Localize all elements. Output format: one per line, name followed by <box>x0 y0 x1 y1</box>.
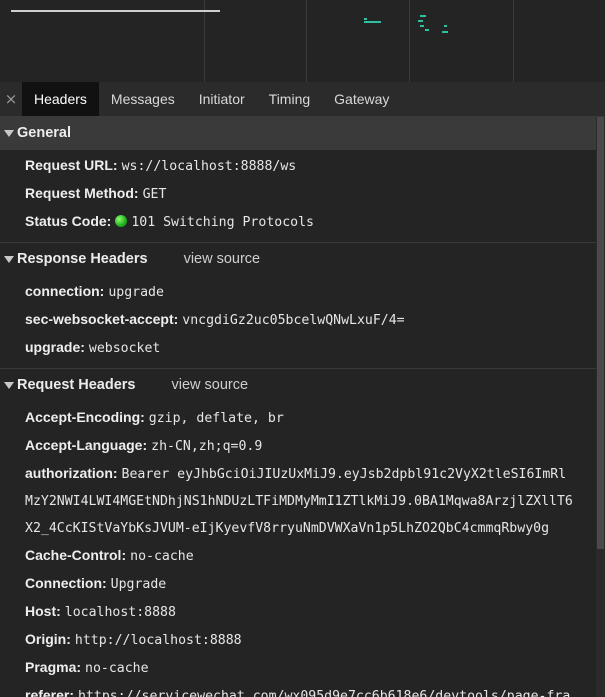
request-header-row: Accept-Encoding: gzip, deflate, br <box>0 404 596 432</box>
header-key: Connection: <box>25 575 107 591</box>
timeline-marker <box>364 18 367 20</box>
timeline-marker <box>420 15 426 17</box>
authorization-line: MzY2NWI4LWI4MGEtNDhjNS1hNDUzLTFiMDMyMmI1… <box>25 494 573 509</box>
response-headers-section: connection: upgrade sec-websocket-accept:… <box>0 276 596 369</box>
timeline-marker <box>420 25 424 27</box>
header-value: GET <box>142 187 167 202</box>
header-key: Origin: <box>25 631 71 647</box>
header-value: localhost:8888 <box>64 605 176 620</box>
timeline-request-bar <box>11 10 220 12</box>
response-header-row: sec-websocket-accept: vncgdiGz2uc05bcelwQ… <box>0 306 596 334</box>
header-value: ws://localhost:8888/ws <box>121 159 297 174</box>
header-value: Upgrade <box>110 577 167 592</box>
status-code-row: Status Code: 101 Switching Protocols <box>0 208 596 236</box>
header-key: connection: <box>25 283 105 299</box>
header-key: sec-websocket-accept: <box>25 311 179 327</box>
header-key: Status Code: <box>25 213 112 229</box>
detail-tab-bar: × Headers Messages Initiator Timing Gate… <box>0 82 605 117</box>
view-source-link[interactable]: view source <box>171 369 248 402</box>
header-key: referer: <box>25 687 75 697</box>
section-general-header[interactable]: General <box>0 117 596 150</box>
header-key: Request Method: <box>25 185 139 201</box>
tab-gateway[interactable]: Gateway <box>322 82 401 116</box>
expand-triangle-icon <box>4 256 14 263</box>
timeline-marker <box>418 20 423 22</box>
timeline-marker <box>364 21 381 23</box>
section-title: Request Headers <box>17 377 136 393</box>
timeline-gridline <box>409 0 410 82</box>
request-header-row: Connection: Upgrade <box>0 570 596 598</box>
view-source-link[interactable]: view source <box>184 243 261 276</box>
timeline-marker <box>442 31 448 33</box>
network-timeline-overview[interactable] <box>0 0 605 82</box>
header-value: https://servicewechat.com/wx095d9e7cc6b6… <box>78 689 571 697</box>
header-value: 101 Switching Protocols <box>131 215 314 230</box>
header-key: Pragma: <box>25 659 82 675</box>
header-key: upgrade: <box>25 339 85 355</box>
request-header-row: Origin: http://localhost:8888 <box>0 626 596 654</box>
request-headers-section: Accept-Encoding: gzip, deflate, br Accept… <box>0 402 596 697</box>
expand-triangle-icon <box>4 130 14 137</box>
response-header-row: connection: upgrade <box>0 278 596 306</box>
header-value: websocket <box>88 341 161 356</box>
tab-headers[interactable]: Headers <box>22 82 99 116</box>
request-header-row: Cache-Control: no-cache <box>0 542 596 570</box>
expand-triangle-icon <box>4 382 14 389</box>
header-value: no-cache <box>85 661 149 676</box>
section-response-headers-header[interactable]: Response Headers view source <box>0 243 596 276</box>
header-value: http://localhost:8888 <box>74 633 242 648</box>
general-section: Request URL: ws://localhost:8888/ws Reque… <box>0 150 596 243</box>
timeline-gridline <box>204 0 205 82</box>
request-method-row: Request Method: GET <box>0 180 596 208</box>
timeline-marker <box>444 25 447 27</box>
tab-timing[interactable]: Timing <box>257 82 323 116</box>
authorization-line: X2_4CcKIStVaYbKsJVUM-eIjKyevfV8rryuNmDVW… <box>25 521 550 536</box>
header-value: no-cache <box>130 549 194 564</box>
request-header-row: Accept-Language: zh-CN,zh;q=0.9 <box>0 432 596 460</box>
status-green-dot-icon <box>115 215 128 227</box>
tab-messages[interactable]: Messages <box>99 82 187 116</box>
timeline-gridline <box>513 0 514 82</box>
section-request-headers-header[interactable]: Request Headers view source <box>0 369 596 402</box>
section-title: General <box>17 125 71 141</box>
vertical-scrollbar[interactable] <box>596 117 605 697</box>
header-key: Host: <box>25 603 61 619</box>
request-header-row: Pragma: no-cache <box>0 654 596 682</box>
header-value: Bearer eyJhbGciOiJIUzUxMiJ9.eyJsb2dpbl91… <box>121 467 567 482</box>
request-header-row: referer: https://servicewechat.com/wx095d… <box>0 682 596 697</box>
header-value: zh-CN,zh;q=0.9 <box>151 439 263 454</box>
header-value: vncgdiGz2uc05bcelwQNwLxuF/4= <box>182 313 405 328</box>
section-title: Response Headers <box>17 251 148 267</box>
header-value: upgrade <box>108 285 164 300</box>
timeline-marker <box>425 29 429 31</box>
authorization-row: authorization: Bearer eyJhbGciOiJIUzUxMiJ… <box>0 460 596 542</box>
scrollbar-thumb[interactable] <box>597 117 604 549</box>
timeline-gridline <box>306 0 307 82</box>
header-key: Accept-Language: <box>25 437 148 453</box>
close-icon[interactable]: × <box>0 90 22 108</box>
tab-initiator[interactable]: Initiator <box>187 82 257 116</box>
header-value: gzip, deflate, br <box>148 411 284 426</box>
header-key: Accept-Encoding: <box>25 409 145 425</box>
header-key: Cache-Control: <box>25 547 127 563</box>
request-header-row: Host: localhost:8888 <box>0 598 596 626</box>
request-url-row: Request URL: ws://localhost:8888/ws <box>0 152 596 180</box>
authorization-line: authorization: Bearer eyJhbGciOiJIUzUxMiJ… <box>0 460 596 488</box>
headers-panel: General Request URL: ws://localhost:8888/… <box>0 117 596 697</box>
header-key: Request URL: <box>25 157 118 173</box>
response-header-row: upgrade: websocket <box>0 334 596 362</box>
header-key: authorization: <box>25 465 118 481</box>
